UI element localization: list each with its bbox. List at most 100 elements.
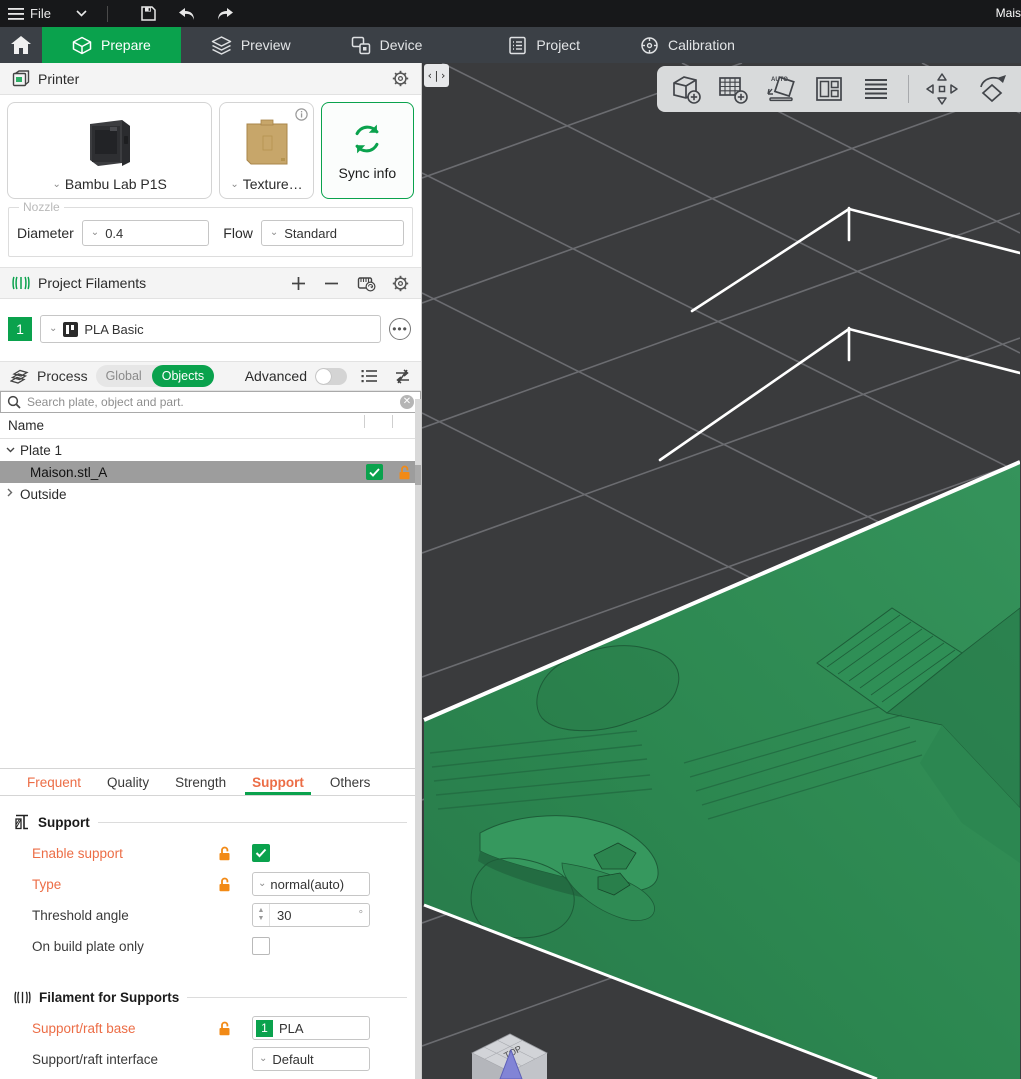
viewport-3d[interactable]: TOP ‹|› AUTO: [422, 63, 1021, 1079]
chevron-down-icon[interactable]: [0, 445, 20, 456]
tree-header: Name: [0, 413, 421, 439]
redo-button[interactable]: [212, 3, 238, 25]
printer-model-card[interactable]: ⌄ Bambu Lab P1S: [7, 102, 212, 199]
file-menu-label: File: [30, 6, 51, 21]
chevron-right-icon[interactable]: [0, 488, 20, 500]
support-type-select[interactable]: ⌄ normal(auto): [252, 872, 370, 896]
tab-quality[interactable]: Quality: [94, 769, 162, 795]
sync-info-button[interactable]: Sync info: [321, 102, 414, 199]
ptab-label: Support: [252, 775, 304, 790]
threshold-angle-row: Threshold angle ▲▼ 30 °: [14, 904, 407, 926]
enable-support-checkbox[interactable]: [252, 844, 270, 862]
panel-scrollbar[interactable]: [415, 399, 421, 1079]
filament-for-supports-label: Filament for Supports: [39, 990, 179, 1005]
unlocked-icon[interactable]: [218, 846, 231, 861]
diameter-label: Diameter: [17, 225, 74, 241]
nozzle-legend: Nozzle: [19, 200, 64, 214]
calibration-icon: [640, 36, 659, 55]
search-input[interactable]: [27, 395, 394, 409]
home-button[interactable]: [0, 27, 42, 63]
move-tool-icon[interactable]: [924, 71, 960, 107]
tab-label: Prepare: [101, 37, 151, 53]
support-raft-base-label: Support/raft base: [14, 1021, 218, 1036]
chevron-down-icon: ⌄: [91, 228, 99, 238]
tree-row-plate[interactable]: Plate 1: [0, 439, 421, 461]
printer-model-chevron-icon: ⌄: [53, 179, 61, 190]
ams-sync-button[interactable]: [357, 275, 376, 292]
tab-support[interactable]: Support: [239, 769, 317, 795]
build-plate-card[interactable]: ⌄Texture…: [219, 102, 313, 199]
threshold-angle-stepper[interactable]: ▲▼ 30 °: [252, 903, 370, 927]
tab-calibration[interactable]: Calibration: [610, 27, 765, 63]
clear-search-icon[interactable]: ✕: [400, 395, 414, 409]
tab-project[interactable]: Project: [478, 27, 610, 63]
process-icon: [10, 369, 29, 384]
preview-icon: [211, 36, 232, 55]
tab-device[interactable]: Device: [321, 27, 453, 63]
scope-global[interactable]: Global: [96, 369, 152, 383]
on-build-plate-label: On build plate only: [14, 939, 218, 954]
chevron-down-icon: [76, 10, 87, 17]
unlocked-icon[interactable]: [218, 1021, 231, 1036]
save-icon: [140, 5, 157, 22]
stepper-arrows-icon[interactable]: ▲▼: [253, 904, 270, 926]
window-title: Mais: [996, 6, 1021, 20]
tree-row-label: Plate 1: [20, 443, 62, 458]
process-section-header: Process Global Objects Advanced: [0, 361, 421, 391]
support-raft-base-select[interactable]: 1 PLA: [252, 1016, 370, 1040]
on-build-plate-checkbox[interactable]: [252, 937, 270, 955]
tab-preview[interactable]: Preview: [181, 27, 321, 63]
compare-settings-icon[interactable]: [394, 369, 411, 384]
file-menu[interactable]: File: [0, 6, 51, 21]
filament-brand-icon: [63, 322, 78, 337]
file-menu-dropdown[interactable]: [69, 3, 95, 25]
sync-info-label: Sync info: [339, 165, 397, 181]
sidebar-collapse-handle[interactable]: ‹|›: [424, 64, 449, 87]
tab-strength[interactable]: Strength: [162, 769, 239, 795]
visibility-checkbox[interactable]: [366, 464, 383, 480]
nozzle-diameter-select[interactable]: ⌄ 0.4: [82, 220, 210, 246]
add-plate-icon[interactable]: [716, 72, 750, 106]
tab-prepare[interactable]: Prepare: [42, 27, 181, 63]
undo-button[interactable]: [174, 3, 200, 25]
info-icon[interactable]: [295, 108, 308, 124]
filament-select[interactable]: ⌄ PLA Basic: [40, 315, 381, 343]
threshold-angle-label: Threshold angle: [14, 908, 218, 923]
split-layers-icon[interactable]: [859, 72, 893, 106]
printer-model-name: Bambu Lab P1S: [65, 176, 167, 192]
support-raft-interface-value: Default: [272, 1052, 313, 1067]
unlocked-icon[interactable]: [398, 465, 411, 480]
tree-row-object[interactable]: Maison.stl_A: [0, 461, 421, 483]
printer-icon: [12, 70, 30, 87]
parameter-tabs: Frequent Quality Strength Support Others: [0, 769, 421, 796]
chevron-down-icon: ⌄: [270, 228, 278, 238]
add-filament-button[interactable]: [291, 276, 306, 291]
tab-frequent[interactable]: Frequent: [14, 769, 94, 795]
scope-objects[interactable]: Objects: [152, 365, 214, 387]
ptab-label: Strength: [175, 775, 226, 790]
process-scope-toggle[interactable]: Global Objects: [96, 365, 215, 387]
remove-filament-button[interactable]: [324, 276, 339, 291]
chevron-down-icon: ⌄: [259, 1054, 267, 1064]
save-button[interactable]: [136, 3, 162, 25]
filament-settings-gear-icon[interactable]: [392, 275, 409, 292]
auto-orient-icon[interactable]: AUTO: [763, 72, 799, 106]
nozzle-flow-select[interactable]: ⌄ Standard: [261, 220, 404, 246]
tree-row-outside[interactable]: Outside: [0, 483, 421, 505]
search-bar: ✕: [0, 391, 421, 413]
unlocked-icon[interactable]: [218, 877, 231, 892]
tab-label: Device: [380, 37, 423, 53]
view-list-icon[interactable]: [361, 369, 378, 383]
filament-more-button[interactable]: •••: [389, 318, 411, 340]
add-object-icon[interactable]: [669, 72, 703, 106]
advanced-toggle[interactable]: [315, 368, 347, 385]
printer-settings-gear-icon[interactable]: [392, 70, 409, 87]
rotate-tool-icon[interactable]: [973, 71, 1011, 107]
support-raft-interface-select[interactable]: ⌄ Default: [252, 1047, 370, 1071]
arrange-icon[interactable]: [812, 72, 846, 106]
threshold-angle-unit: °: [359, 909, 369, 921]
home-icon: [10, 35, 32, 55]
tab-others[interactable]: Others: [317, 769, 384, 795]
scene-canvas[interactable]: TOP: [422, 63, 1020, 1079]
sync-icon: [348, 121, 386, 157]
